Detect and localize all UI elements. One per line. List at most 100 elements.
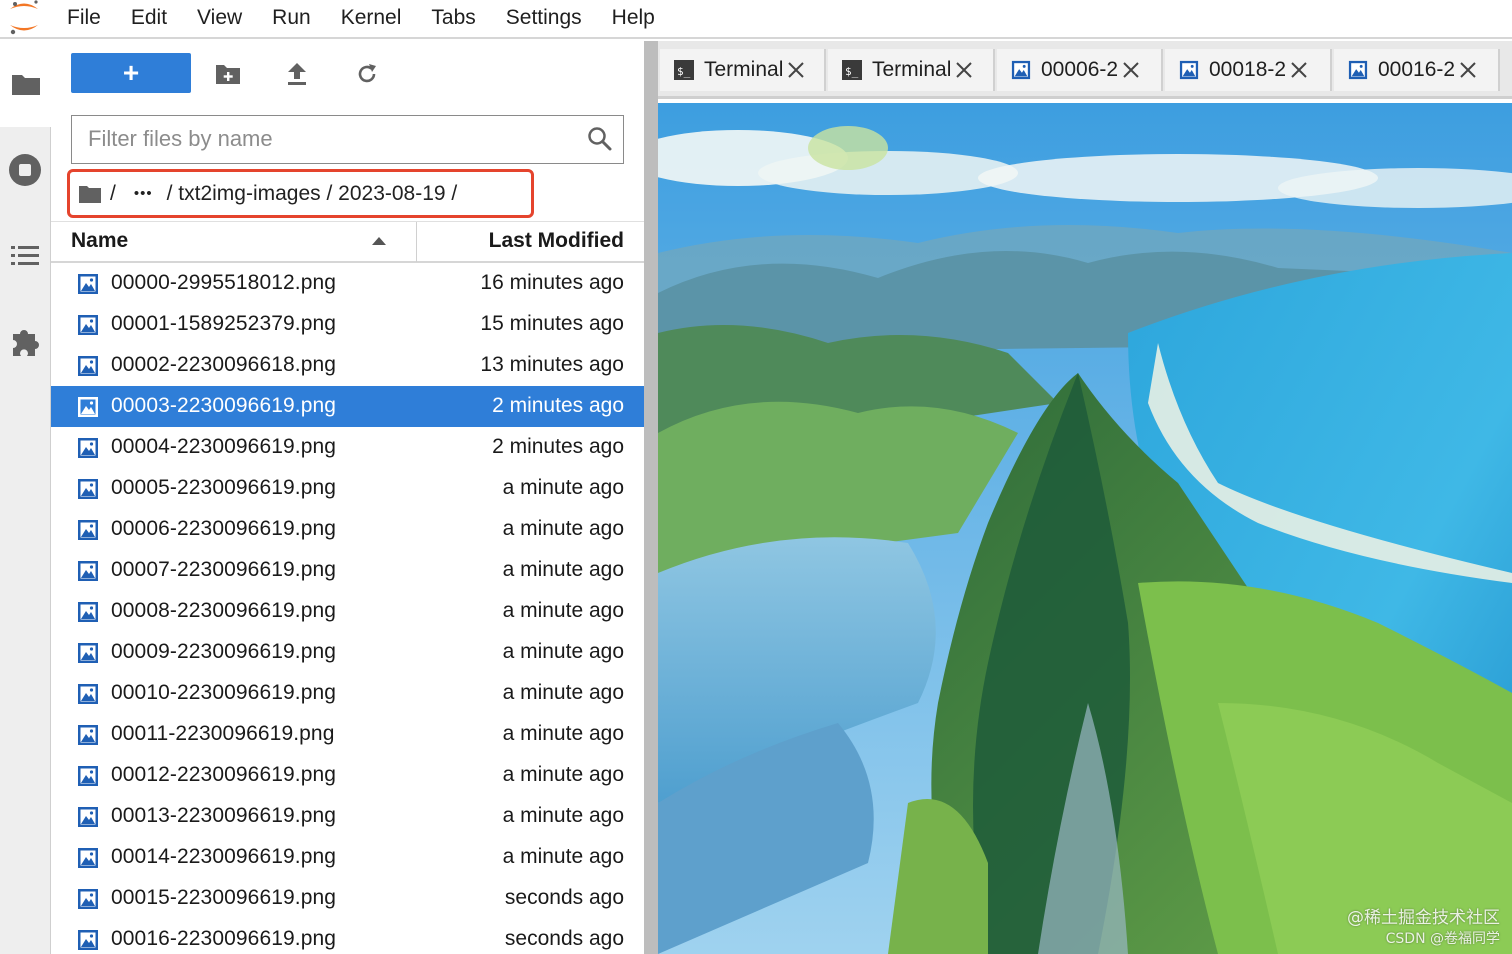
close-icon[interactable] <box>1122 61 1140 79</box>
menu-tabs[interactable]: Tabs <box>416 0 490 38</box>
image-file-icon <box>78 356 98 376</box>
file-row[interactable]: 00006-2230096619.png a minute ago <box>51 509 644 550</box>
sort-ascending-icon[interactable] <box>371 236 387 246</box>
file-row[interactable]: 00005-2230096619.png a minute ago <box>51 468 644 509</box>
file-name: 00000-2995518012.png <box>111 271 337 294</box>
image-file-icon <box>78 889 98 909</box>
file-row[interactable]: 00002-2230096618.png 13 minutes ago <box>51 345 644 386</box>
file-browser-tab[interactable] <box>0 41 51 127</box>
file-row[interactable]: 00014-2230096619.png a minute ago <box>51 837 644 878</box>
image-file-icon <box>78 479 98 499</box>
file-row[interactable]: 00001-1589252379.png 15 minutes ago <box>51 304 644 345</box>
file-row[interactable]: 00012-2230096619.png a minute ago <box>51 755 644 796</box>
close-icon[interactable] <box>1459 61 1477 79</box>
extension-manager-tab[interactable] <box>0 299 50 385</box>
menu-run[interactable]: Run <box>257 0 326 38</box>
new-launcher-button[interactable]: + <box>71 53 191 93</box>
tab-label: 00018-2 <box>1209 58 1287 81</box>
file-row[interactable]: 00013-2230096619.png a minute ago <box>51 796 644 837</box>
file-row[interactable]: 00000-2995518012.png 16 minutes ago <box>51 263 644 304</box>
breadcrumb-path[interactable]: / txt2img-images / 2023-08-19 / <box>167 182 458 206</box>
file-row[interactable]: 00003-2230096619.png 2 minutes ago <box>51 386 644 427</box>
menu-file[interactable]: File <box>52 0 116 38</box>
breadcrumb-ellipsis[interactable]: ••• <box>134 185 153 202</box>
document-tab[interactable]: 00016-2 <box>1334 49 1500 91</box>
image-file-icon <box>78 930 98 950</box>
file-row[interactable]: 00007-2230096619.png a minute ago <box>51 550 644 591</box>
file-modified: seconds ago <box>504 927 624 950</box>
file-modified: a minute ago <box>502 640 624 663</box>
file-modified: a minute ago <box>502 681 624 704</box>
file-modified: 13 minutes ago <box>480 353 624 376</box>
file-row[interactable]: 00008-2230096619.png a minute ago <box>51 591 644 632</box>
tab-icon <box>1348 60 1368 80</box>
running-sessions-tab[interactable] <box>0 127 50 213</box>
activity-bar <box>0 41 51 954</box>
folder-icon <box>11 75 40 95</box>
file-name: 00006-2230096619.png <box>111 517 337 540</box>
document-tab[interactable]: $_ Terminal <box>660 49 826 91</box>
menu-view[interactable]: View <box>182 0 257 38</box>
file-modified: 16 minutes ago <box>480 271 624 294</box>
upload-button[interactable] <box>284 61 310 87</box>
terminal-icon: $_ <box>674 60 694 80</box>
file-browser: + / ••• / txt2img-images / 2023-08-19 / … <box>51 41 644 954</box>
search-icon <box>588 127 612 151</box>
image-viewer: @稀土掘金技术社区 CSDN @卷福同学 <box>658 103 1512 954</box>
refresh-button[interactable] <box>354 61 380 87</box>
table-of-contents-tab[interactable] <box>0 213 50 299</box>
image-file-icon <box>78 684 98 704</box>
file-modified: 2 minutes ago <box>492 435 624 458</box>
jupyter-logo[interactable] <box>0 0 52 38</box>
image-file-icon <box>1179 60 1199 80</box>
image-file-icon <box>78 561 98 581</box>
file-name: 00011-2230096619.png <box>111 722 335 745</box>
document-tab[interactable]: 00006-2 <box>997 49 1163 91</box>
file-list: 00000-2995518012.png 16 minutes ago 00001-… <box>51 263 644 954</box>
column-divider[interactable] <box>416 222 417 262</box>
svg-text:$_: $_ <box>677 65 691 78</box>
close-icon[interactable] <box>1290 61 1308 79</box>
tab-icon: $_ <box>674 60 694 80</box>
filter-files-input[interactable] <box>72 116 572 162</box>
document-tab[interactable]: $_ Terminal <box>828 49 995 91</box>
close-icon[interactable] <box>955 61 973 79</box>
new-folder-button[interactable] <box>215 61 241 87</box>
file-row[interactable]: 00009-2230096619.png a minute ago <box>51 632 644 673</box>
file-name: 00002-2230096618.png <box>111 353 337 376</box>
file-modified: a minute ago <box>502 845 624 868</box>
file-name: 00007-2230096619.png <box>111 558 337 581</box>
menu-kernel[interactable]: Kernel <box>326 0 417 38</box>
file-row[interactable]: 00015-2230096619.png seconds ago <box>51 878 644 919</box>
close-icon[interactable] <box>787 61 805 79</box>
file-row[interactable]: 00004-2230096619.png 2 minutes ago <box>51 427 644 468</box>
file-row[interactable]: 00010-2230096619.png a minute ago <box>51 673 644 714</box>
file-name: 00015-2230096619.png <box>111 886 337 909</box>
name-column-header[interactable]: Name <box>71 229 128 253</box>
file-modified: a minute ago <box>502 599 624 622</box>
home-folder-icon[interactable] <box>78 184 102 204</box>
menu-help[interactable]: Help <box>597 0 670 38</box>
file-row[interactable]: 00011-2230096619.png a minute ago <box>51 714 644 755</box>
landscape-image <box>658 103 1512 954</box>
tab-icon <box>1179 60 1199 80</box>
image-file-icon <box>78 315 98 335</box>
panel-splitter[interactable] <box>644 41 658 954</box>
file-modified: a minute ago <box>502 558 624 581</box>
svg-text:$_: $_ <box>845 65 859 78</box>
puzzle-icon <box>13 330 39 356</box>
menu-edit[interactable]: Edit <box>116 0 182 38</box>
tab-icon <box>1011 60 1031 80</box>
document-tab[interactable]: 00018-2 <box>1165 49 1332 91</box>
file-modified: a minute ago <box>502 804 624 827</box>
menu-settings[interactable]: Settings <box>491 0 597 38</box>
breadcrumb-root[interactable]: / <box>110 182 116 206</box>
file-name: 00004-2230096619.png <box>111 435 337 458</box>
tab-label: Terminal <box>872 58 952 81</box>
file-name: 00009-2230096619.png <box>111 640 337 663</box>
file-modified: seconds ago <box>504 886 624 909</box>
document-tab-bar: $_ Terminal $_ Terminal 00006-2 00018-2 00016-… <box>658 41 1512 99</box>
file-row[interactable]: 00016-2230096619.png seconds ago <box>51 919 644 954</box>
image-file-icon <box>78 766 98 786</box>
last-modified-column-header[interactable]: Last Modified <box>489 229 624 253</box>
